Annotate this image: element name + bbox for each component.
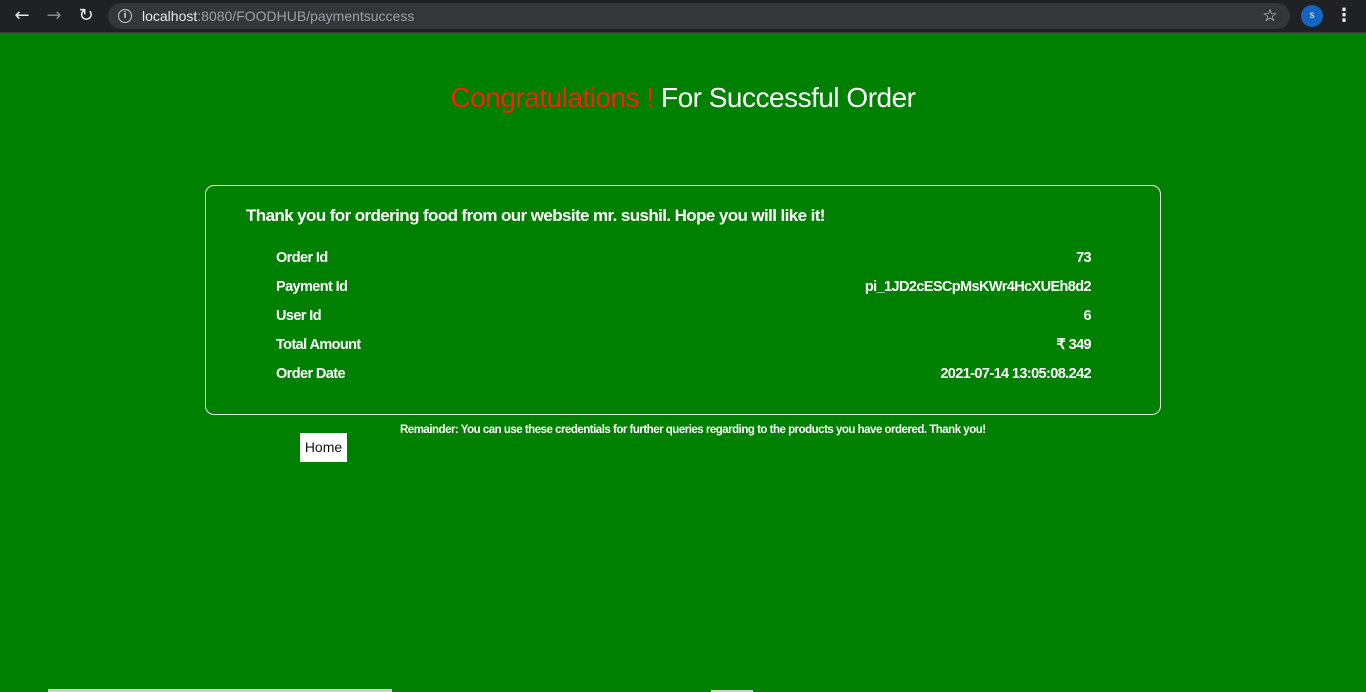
detail-value: pi_1JD2cESCpMsKWr4HcXUEh8d2	[864, 279, 1092, 295]
order-date-row: Order Date 2021-07-14 13:05:08.242	[276, 366, 1092, 390]
browser-menu-icon[interactable]: ⋮	[1334, 5, 1354, 27]
back-arrow-icon[interactable]: ←	[10, 5, 34, 27]
detail-label: Order Id	[276, 250, 328, 266]
order-id-row: Order Id 73	[276, 250, 1092, 274]
thank-you-message: Thank you for ordering food from our web…	[246, 206, 825, 225]
payment-id-row: Payment Id pi_1JD2cESCpMsKWr4HcXUEh8d2	[276, 279, 1092, 303]
reminder-text: Remainder: You can use these credentials…	[400, 424, 986, 436]
total-amount-row: Total Amount ₹ 349	[276, 337, 1092, 361]
site-info-icon[interactable]: i	[118, 9, 132, 23]
forward-arrow-icon[interactable]: →	[42, 5, 66, 27]
url-text[interactable]: localhost:8080/FOODHUB/paymentsuccess	[142, 3, 414, 29]
detail-label: Payment Id	[276, 279, 348, 295]
detail-value: 73	[1076, 250, 1092, 266]
detail-label: Order Date	[276, 366, 346, 382]
profile-avatar[interactable]: s	[1301, 5, 1323, 27]
user-id-row: User Id 6	[276, 308, 1092, 332]
page-title: Congratulations ! For Successful Order	[0, 82, 1366, 114]
detail-value: 6	[1083, 308, 1092, 324]
order-details-card: Thank you for ordering food from our web…	[205, 185, 1161, 415]
address-bar[interactable]: i localhost:8080/FOODHUB/paymentsuccess …	[108, 3, 1290, 29]
detail-label: Total Amount	[276, 337, 361, 353]
url-host: localhost	[142, 8, 198, 24]
detail-label: User Id	[276, 308, 322, 324]
detail-value: 2021-07-14 13:05:08.242	[940, 366, 1091, 382]
detail-value: ₹ 349	[1056, 337, 1092, 353]
browser-toolbar: ← → ↻ i localhost:8080/FOODHUB/paymentsu…	[0, 0, 1366, 33]
bookmark-star-icon[interactable]: ☆	[1258, 4, 1282, 28]
successful-order-text: For Successful Order	[653, 82, 916, 113]
congratulations-text: Congratulations !	[450, 82, 655, 113]
reload-icon[interactable]: ↻	[74, 5, 98, 27]
url-path: :8080/FOODHUB/paymentsuccess	[197, 8, 415, 24]
home-button[interactable]: Home	[300, 433, 347, 462]
